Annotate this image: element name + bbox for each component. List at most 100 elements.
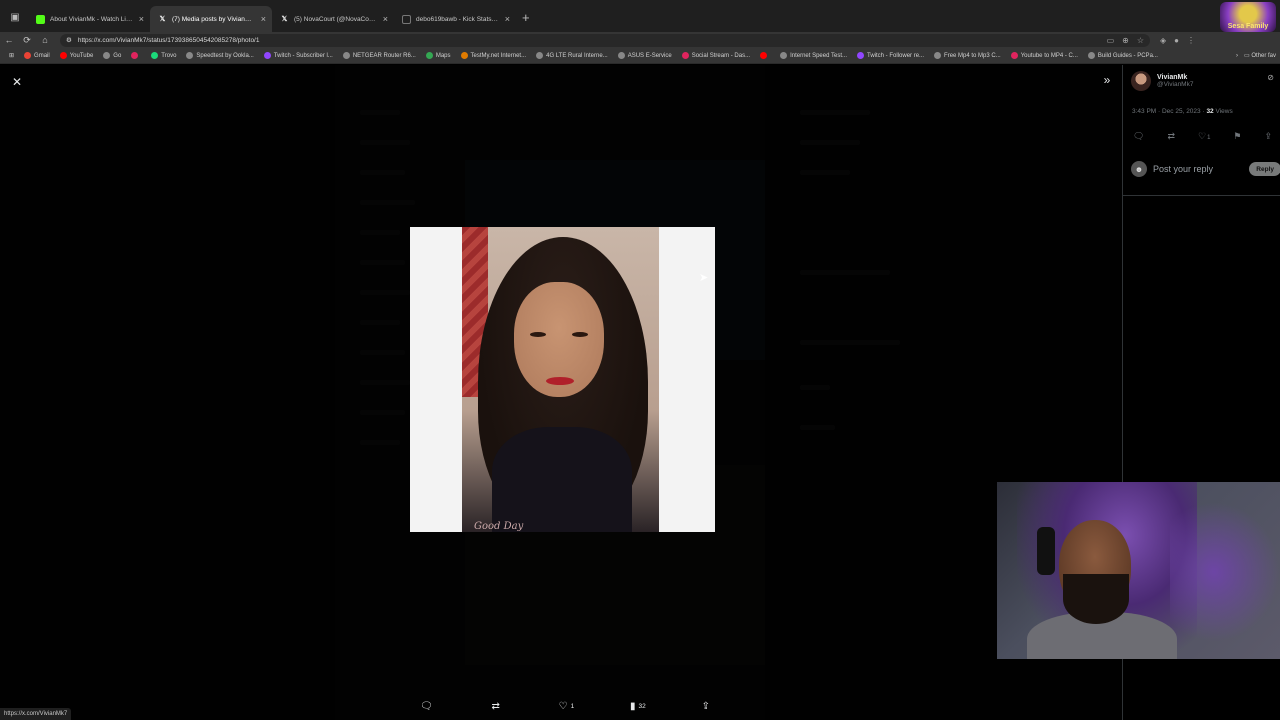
bookmark-icon[interactable]: ⚑ [1233,131,1241,142]
bookmark-favicon-icon [151,52,159,59]
tab-3[interactable]: 𝕏 (5) NovaCourt (@NovaCourtt) / X × [272,6,394,32]
tab-close-icon[interactable]: × [383,14,388,24]
repost-button[interactable]: ⇄ [491,701,502,712]
bookmarks-overflow-icon[interactable]: › [1236,53,1238,59]
home-icon[interactable]: ⌂ [36,35,54,45]
post-author[interactable]: VivianMk @VivianMk7 [1131,71,1193,91]
tab-close-icon[interactable]: × [505,14,510,24]
bookmark-favicon-icon [460,52,468,59]
bookmark-item[interactable]: Youtube to MP4 - C... [1006,52,1083,59]
bookmark-item[interactable]: Go [98,52,126,59]
bookmark-favicon-icon [1010,52,1018,59]
bookmark-favicon-icon [131,52,139,59]
bookmark-item[interactable] [755,52,775,59]
bookmark-favicon-icon [857,52,865,59]
new-tab-button[interactable]: + [522,10,530,25]
photo-caption: Good Day [474,521,524,532]
grok-icon[interactable]: ⊘ [1267,73,1274,82]
x-photo-viewer-page: ✕ » Good Day ➤ 🗨 ⇄ ♡ 1 ▮ 32 ⇪ https://x.co… [0,65,1280,720]
bookmark-favicon-icon [24,52,32,59]
author-display-name[interactable]: VivianMk [1157,74,1193,81]
tab-search-icon[interactable]: ▣ [4,6,26,28]
bookmark-favicon-icon [342,52,350,59]
post-photo[interactable]: Good Day [410,227,715,532]
bookmark-item[interactable]: NETGEAR Router R6... [338,52,421,59]
bookmark-label: Social Stream - Das... [691,52,751,59]
bookmark-favicon-icon [617,52,625,59]
menu-icon[interactable]: ⋮ [1187,36,1195,45]
reply-button[interactable]: 🗨 [420,701,436,712]
bookmark-item[interactable]: Internet Speed Test... [775,52,852,59]
bookmark-label: Gmail [34,52,50,59]
zoom-icon[interactable]: ⊕ [1122,36,1129,45]
bookmark-item[interactable]: Free Mp4 to Mp3 C... [929,52,1006,59]
close-icon[interactable]: ✕ [8,73,26,91]
other-bookmarks-folder[interactable]: ▭ Other fav [1244,52,1276,59]
reply-icon[interactable]: 🗨 [1133,131,1144,142]
bookmark-label: 4G LTE Rural Interne... [546,52,608,59]
bookmark-label: Speedtest by Ookla... [196,52,254,59]
views-button[interactable]: ▮ 32 [630,701,646,712]
extensions-icon[interactable]: ◈ [1160,36,1166,45]
tab-title: (7) Media posts by VivianMk (@V [172,15,256,23]
stream-logo: Sesa Family [1220,2,1276,32]
bookmark-label: TestMy.net Internet... [470,52,527,59]
reply-submit-button[interactable]: Reply [1249,162,1280,176]
bookmark-item[interactable]: Social Stream - Das... [677,52,755,59]
bookmark-item[interactable]: Speedtest by Ookla... [181,52,258,59]
tab-close-icon[interactable]: × [139,14,144,24]
bookmark-item[interactable]: Maps [421,52,456,59]
back-arrow-icon[interactable]: ← [0,35,18,45]
share-icon[interactable]: ⇪ [1264,131,1272,142]
cast-icon[interactable]: ▭ [1107,36,1115,45]
bookmark-label: Maps [435,52,451,59]
address-bar[interactable]: ⚙ https://x.com/VivianMk7/status/1739386… [60,33,1150,47]
bookmark-item[interactable]: Twitch - Follower re... [852,52,929,59]
tab-title: (5) NovaCourt (@NovaCourtt) / X [294,15,378,23]
profile-icon[interactable]: ● [1174,36,1179,45]
stats-favicon-icon [402,14,411,24]
post-timestamp[interactable]: 3:43 PM · Dec 25, 2023 · [1132,108,1205,115]
tab-title: debo619bawb - Kick Stats, Analy [416,15,500,23]
author-handle[interactable]: @VivianMk7 [1157,81,1193,88]
tab-close-icon[interactable]: × [261,14,266,24]
tab-1[interactable]: About VivianMk - Watch Live on × [28,6,150,32]
reload-icon[interactable]: ⟳ [18,35,36,46]
bookmark-star-icon[interactable]: ☆ [1137,36,1144,45]
post-meta: 3:43 PM · Dec 25, 2023 · 32 Views [1132,108,1233,115]
bookmark-item[interactable]: 4G LTE Rural Interne... [531,52,613,59]
bookmark-item[interactable]: Gmail [19,52,55,59]
bookmark-label: ASUS E-Service [627,52,672,59]
site-info-icon[interactable]: ⚙ [66,36,72,44]
avatar[interactable] [1131,71,1151,91]
bookmark-label: Go [113,52,122,59]
like-count: 1 [570,702,575,710]
post-views-label: Views [1215,108,1233,115]
divider [1123,195,1280,196]
bookmark-label: YouTube [69,52,94,59]
bookmark-item[interactable]: TestMy.net Internet... [456,52,532,59]
bookmark-item[interactable] [126,52,146,59]
apps-icon[interactable]: ⊞ [4,52,19,59]
like-button[interactable]: ♡1 [1198,131,1210,142]
bookmark-favicon-icon [536,52,544,59]
status-bar-url: https://x.com/VivianMk7 [0,708,72,720]
webcam-overlay [997,482,1280,659]
bookmark-item[interactable]: Trovo [146,52,181,59]
share-button[interactable]: ⇪ [702,701,710,712]
bookmark-item[interactable]: Twitch - Subscriber l... [259,52,338,59]
bookmark-favicon-icon [780,52,788,59]
tab-2[interactable]: 𝕏 (7) Media posts by VivianMk (@V × [150,6,272,32]
tab-4[interactable]: debo619bawb - Kick Stats, Analy × [394,6,516,32]
bookmark-item[interactable]: ASUS E-Service [613,52,677,59]
repost-icon[interactable]: ⇄ [1167,131,1175,142]
bookmark-favicon-icon [934,52,942,59]
bookmark-item[interactable]: Build Guides - PCPa... [1083,52,1163,59]
like-button[interactable]: ♡1 [559,701,575,712]
bookmark-favicon-icon [103,52,111,59]
collapse-panel-icon[interactable]: » [1098,71,1116,89]
bookmark-item[interactable]: YouTube [55,52,99,59]
reply-input[interactable]: Post your reply [1153,164,1213,174]
bookmarks-bar: ⊞ Gmail YouTube Go Trovo Speedtest by Ookla.… [0,48,1280,64]
bookmark-favicon-icon [425,52,433,59]
